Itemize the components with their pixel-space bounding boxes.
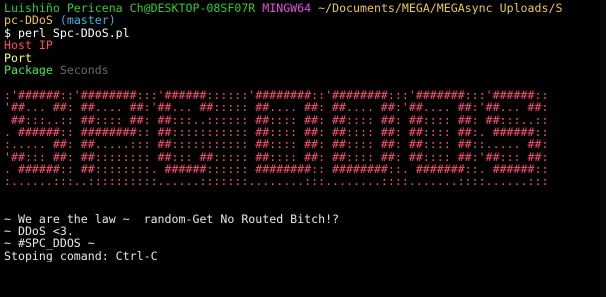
banner-line: ##:::..:: ##:::: ##: ##:::..:::::: ##:::…: [4, 113, 549, 126]
prompt-user-host: Luishiño Pericena Ch@DESKTOP-08SF07R: [4, 2, 256, 15]
terminal-window[interactable]: Luishiño Pericena Ch@DESKTOP-08SF07R MIN…: [0, 0, 606, 297]
seconds-prompt: Seconds: [59, 63, 109, 77]
banner-line: '##::: ##: ##:::::::: ##::: ##::::: ##::…: [4, 150, 549, 164]
host-ip-prompt: Host IP: [4, 39, 53, 52]
message-line: Stoping comand: Ctrl-C: [4, 249, 158, 263]
prompt-shell: MINGW64: [262, 2, 312, 15]
banner-line: '##... ##: ##.... ##:'##... ##::::: ##..…: [4, 101, 549, 114]
package-prompt: Package: [4, 63, 53, 77]
banner-line: . ######:: ########:: ##::::::::::: ##::…: [4, 125, 549, 139]
prompt-line-wrap: pc-DDoS (master): [4, 14, 606, 26]
command-line: $ perl Spc-DDoS.pl: [4, 26, 130, 40]
package-prompt-line: Package Seconds: [4, 64, 606, 76]
message-line: ~ #SPC_DDOS ~: [4, 237, 95, 250]
prompt-line: Luishiño Pericena Ch@DESKTOP-08SF07R MIN…: [4, 2, 606, 14]
message-line: ~ DDoS <3.: [4, 225, 74, 238]
terminal-scrollbar[interactable]: [600, 0, 606, 297]
banner-line: :..... ##: ##.....::: ##::::::::::: ##::…: [4, 138, 549, 151]
prompt-branch: (master): [59, 14, 116, 27]
banner-line: :'######::'########:::'######::::::'####…: [4, 88, 549, 102]
ascii-banner: :'######::'########:::'######::::::'####…: [4, 89, 606, 188]
banner-line: :......:::..::::::::::......:::::::.....…: [4, 175, 549, 188]
prompt-path: ~/Documents/MEGA/MEGAsync Uploads/S: [318, 2, 563, 15]
banner-line: . ######:: ##::::::::. ######:::::: ####…: [4, 163, 549, 176]
prompt-path-cont: pc-DDoS: [4, 14, 53, 27]
message-line: ~ We are the law ~ random-Get No Routed …: [4, 212, 340, 226]
port-prompt: Port: [4, 51, 32, 64]
